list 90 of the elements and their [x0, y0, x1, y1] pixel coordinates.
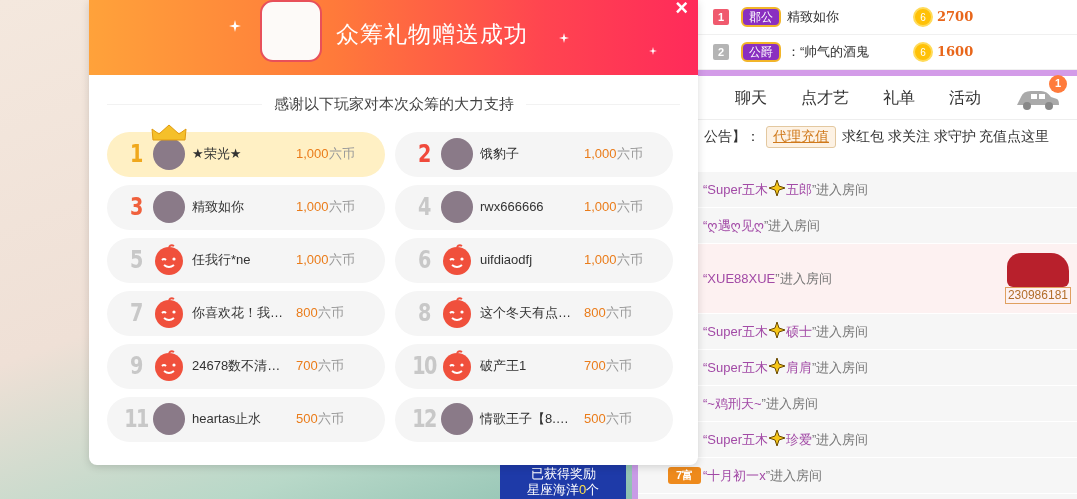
chat-message: “~鸡刑天~”进入房间: [703, 394, 818, 413]
supporter-name: rwx666666: [480, 198, 545, 217]
rank-number: 1: [129, 139, 143, 170]
rank-number: 2: [417, 139, 431, 170]
default-avatar-icon: [441, 244, 473, 276]
default-avatar-icon: [441, 350, 473, 382]
coin-unit: 六币: [317, 410, 344, 429]
sparkle-icon: [559, 33, 569, 43]
supporter-name: ★荣光★: [192, 145, 243, 164]
rank-number: 3: [129, 192, 143, 223]
rank-number: 1: [713, 9, 729, 25]
tab[interactable]: 点才艺: [801, 85, 849, 110]
coin-amount: 1,000: [584, 145, 617, 164]
supporter-name: 这个冬天有点…: [480, 304, 572, 323]
coin-amount: 800: [584, 304, 606, 323]
avatar-placeholder: [153, 403, 185, 435]
default-avatar-icon: [153, 350, 185, 382]
user-name: 精致如你: [787, 8, 840, 27]
coin-unit: 六币: [328, 198, 355, 217]
coin-amount: 700: [296, 357, 318, 376]
modal-title: 众筹礼物赠送成功: [335, 20, 528, 49]
title-badge: 公爵: [741, 42, 781, 62]
coin-amount: 1600: [937, 43, 974, 62]
coin-amount: 2700: [937, 8, 974, 27]
supporter-name: 情歌王子【8.…: [480, 410, 570, 429]
coin-amount: 1,000: [296, 251, 329, 270]
coin-unit: 六币: [317, 357, 344, 376]
level-badge: 7富: [667, 467, 701, 484]
chat-message: “Super五木 珍爱”进入房间: [703, 429, 869, 450]
coin-icon: 6: [913, 42, 933, 62]
coin-amount: 800: [296, 304, 318, 323]
chat-message: “十月初一x”进入房间: [703, 466, 823, 485]
chat-message: “XUE88XUE”进入房间: [703, 269, 832, 288]
modal-subtitle: 感谢以下玩家对本次众筹的大力支持: [273, 94, 514, 114]
reward-title: 已获得奖励: [529, 466, 597, 482]
car-id-label: 230986181: [1004, 287, 1071, 304]
coin-unit: 六币: [616, 145, 643, 164]
supporter-name: 你喜欢花！我…: [192, 304, 284, 323]
sparkle-icon: [768, 179, 787, 198]
coin-icon: 6: [913, 7, 933, 27]
default-avatar-icon: [153, 244, 185, 276]
sparkle-icon: [768, 429, 787, 448]
coin-amount: 500: [296, 410, 318, 429]
coin-unit: 六币: [605, 357, 632, 376]
chat-message: “ღ遇ღ见ღ”进入房间: [703, 216, 821, 235]
coin-unit: 六币: [328, 251, 355, 270]
coin-amount: 1,000: [584, 251, 617, 270]
reward-count-text: 星座海洋0个: [525, 482, 601, 498]
tab[interactable]: 活动: [949, 85, 981, 110]
tab[interactable]: 聊天: [735, 85, 767, 110]
default-avatar-icon: [441, 297, 473, 329]
supporter-name: uifdiaodfj: [480, 251, 534, 270]
supporter-name: 破产王1: [480, 357, 528, 376]
avatar-placeholder: [441, 403, 473, 435]
sparkle-icon: [768, 357, 787, 376]
coin-amount: 500: [584, 410, 606, 429]
coin-amount: 700: [584, 357, 606, 376]
coin-unit: 六币: [605, 410, 632, 429]
chat-message: “Super五木 硕士”进入房间: [703, 321, 869, 342]
close-button[interactable]: ×: [675, 0, 688, 20]
chat-message: “Super五木 五郎”进入房间: [703, 179, 869, 200]
announcement-text: 求红包 求关注 求守护 充值点这里: [842, 127, 1050, 146]
avatar-placeholder: [153, 191, 185, 223]
car-photo-placeholder: [1006, 253, 1069, 287]
coin-unit: 六币: [328, 145, 355, 164]
sparkle-icon: [768, 321, 787, 340]
coin-unit: 六币: [616, 251, 643, 270]
supporter-name: heartas止水: [192, 410, 263, 429]
supporter-name: 任我行*ne: [192, 251, 252, 270]
sparkle-icon: [649, 47, 657, 55]
sparkle-icon: [229, 20, 241, 32]
coin-amount: 1,000: [584, 198, 617, 217]
avatar-placeholder: [441, 138, 473, 170]
supporter-name: 精致如你: [192, 198, 245, 217]
supporter-name: 24678数不清…: [192, 357, 282, 376]
coin-unit: 六币: [605, 304, 632, 323]
title-badge: 郡公: [741, 7, 781, 27]
coin-amount: 1,000: [296, 145, 329, 164]
coin-amount: 1,000: [296, 198, 329, 217]
avatar-placeholder: [441, 191, 473, 223]
announcement-label: 公告】：: [704, 127, 760, 146]
coin-unit: 六币: [317, 304, 344, 323]
gift-icon-frame: [259, 0, 322, 62]
chat-message: “Super五木 肩肩”进入房间: [703, 357, 869, 378]
tab[interactable]: 礼单: [883, 85, 915, 110]
user-name: ：“帅气的酒鬼: [787, 43, 871, 62]
supporter-name: 饿豹子: [480, 145, 520, 164]
coin-unit: 六币: [616, 198, 643, 217]
rank-number: 2: [713, 44, 729, 60]
default-avatar-icon: [153, 297, 185, 329]
